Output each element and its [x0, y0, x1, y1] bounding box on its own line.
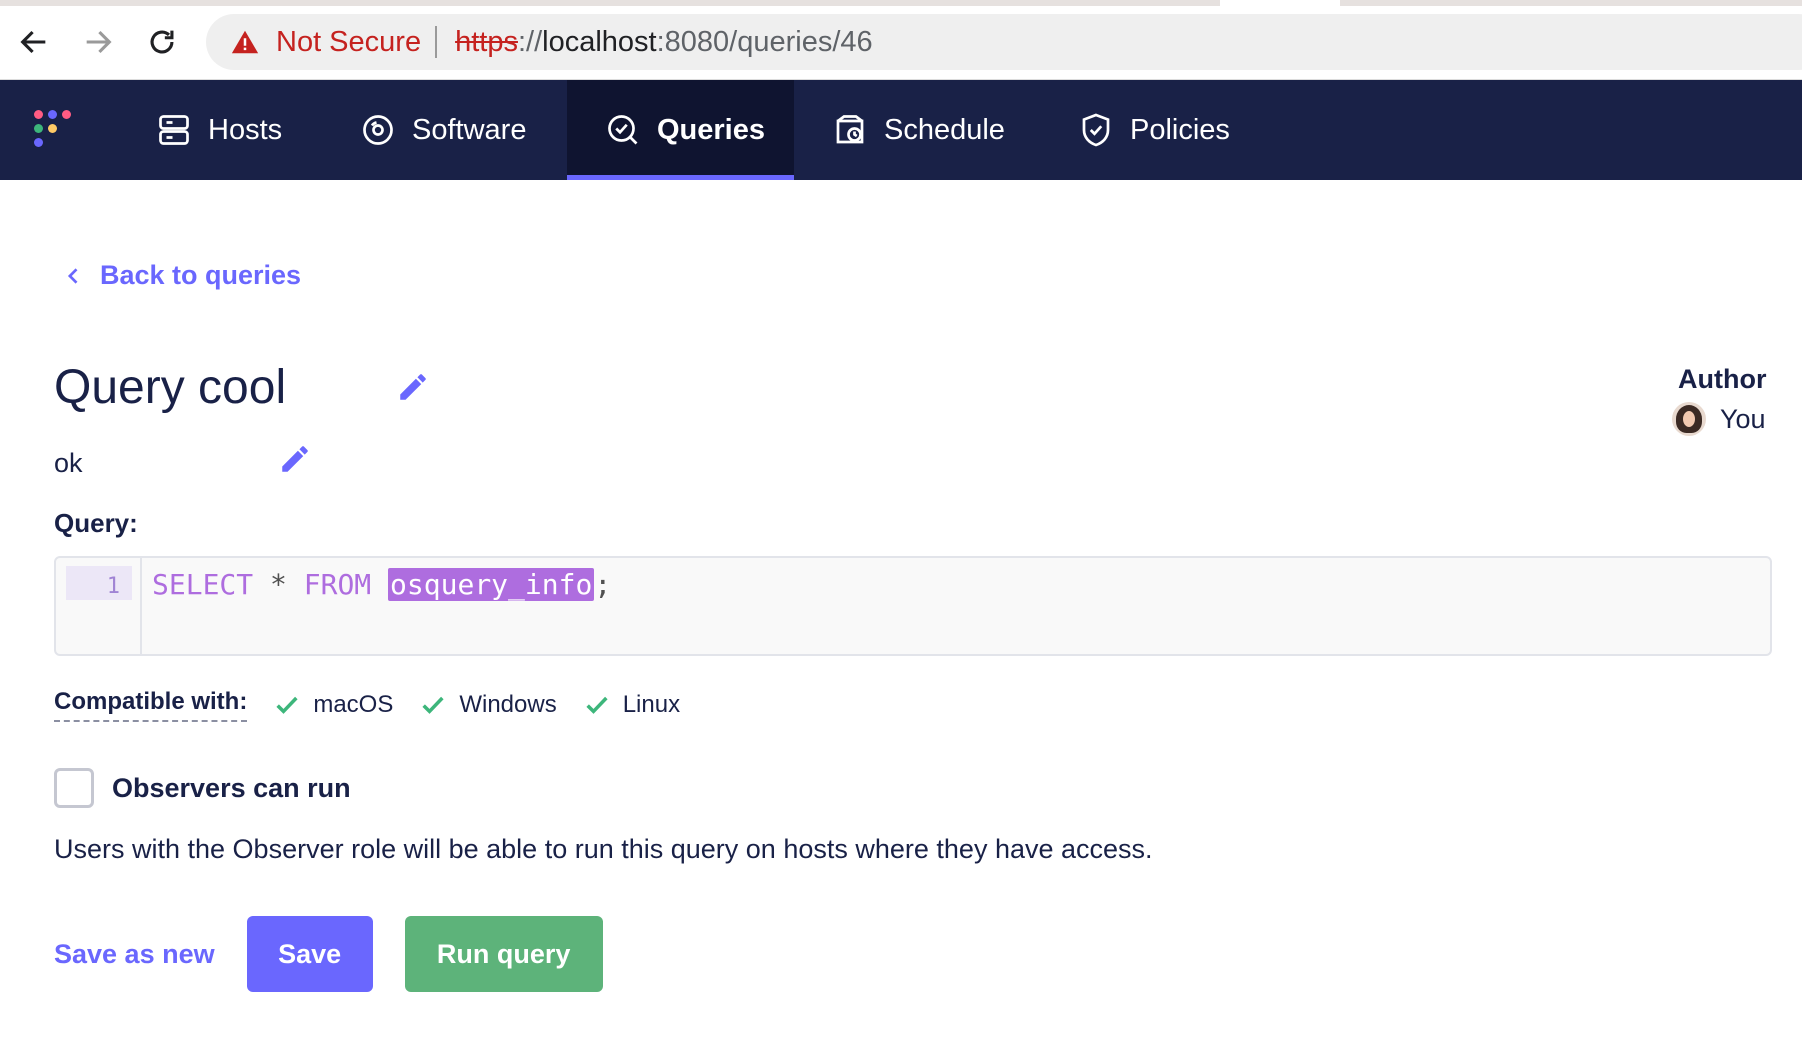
- browser-toolbar: Not Secure https :// localhost :8080/que…: [0, 0, 1802, 80]
- observers-help-text: Users with the Observer role will be abl…: [54, 834, 1153, 864]
- nav-item-label: Software: [412, 113, 527, 146]
- compatible-with-label[interactable]: Compatible with:: [54, 688, 248, 722]
- nav-item-label: Queries: [657, 113, 765, 146]
- platform-label: Windows: [459, 691, 557, 718]
- query-label: Query:: [54, 508, 138, 538]
- chevron-left-icon: [67, 267, 78, 284]
- editor-gutter: 1: [56, 558, 142, 654]
- nav-item-software[interactable]: Software: [360, 80, 526, 180]
- nav-item-label: Schedule: [884, 113, 1005, 146]
- author-name: You: [1720, 403, 1766, 434]
- security-label: Not Secure: [276, 25, 422, 58]
- platform-windows: Windows: [419, 691, 557, 719]
- check-icon: [586, 696, 608, 714]
- warning-icon: [231, 30, 259, 54]
- observers-can-run-option[interactable]: Observers can run: [54, 768, 351, 808]
- url-host: localhost: [542, 25, 657, 58]
- platform-label: Linux: [622, 691, 681, 718]
- query-description: ok: [54, 448, 83, 478]
- compatibility-row: Compatible with: macOS Windows Linux: [54, 688, 706, 722]
- line-number: 1: [66, 566, 132, 600]
- back-link-label: Back to queries: [100, 260, 302, 290]
- action-buttons: Save as new Save Run query: [54, 916, 635, 992]
- fleet-logo-icon[interactable]: [34, 110, 76, 152]
- nav-item-queries[interactable]: Queries: [567, 80, 794, 180]
- observers-can-run-checkbox[interactable]: [54, 768, 94, 808]
- nav-item-policies[interactable]: Policies: [1078, 80, 1230, 180]
- check-icon: [276, 696, 298, 714]
- author-label: Author: [1678, 364, 1767, 394]
- observers-can-run-label[interactable]: Observers can run: [112, 773, 351, 804]
- url-separator: ://: [517, 25, 543, 58]
- check-icon: [422, 696, 444, 714]
- platform-macos: macOS: [273, 691, 393, 719]
- address-bar[interactable]: Not Secure https :// localhost :8080/que…: [206, 14, 1802, 70]
- software-icon: [363, 115, 393, 145]
- url-scheme: https: [455, 25, 518, 58]
- author-info: You: [1672, 402, 1766, 436]
- forward-arrow-icon[interactable]: [76, 20, 120, 64]
- sql-editor[interactable]: 1 SELECT * FROM osquery_info;: [54, 556, 1772, 656]
- top-navigation: Hosts Software Queries Schedule Policies: [0, 80, 1802, 180]
- back-to-queries-link[interactable]: Back to queries: [64, 260, 301, 291]
- query-title: Query cool: [54, 361, 287, 414]
- edit-description-pencil-icon[interactable]: [278, 442, 312, 476]
- platform-linux: Linux: [583, 691, 680, 719]
- hosts-icon: [159, 115, 189, 145]
- sql-keyword-from: FROM: [303, 568, 372, 601]
- run-query-button[interactable]: Run query: [404, 916, 603, 992]
- tab-strip: [0, 0, 1802, 6]
- nav-item-schedule[interactable]: Schedule: [832, 80, 1005, 180]
- save-as-new-button[interactable]: Save as new: [54, 939, 215, 970]
- sql-code-line[interactable]: SELECT * FROM osquery_info;: [152, 566, 611, 604]
- avatar: [1672, 402, 1706, 436]
- nav-item-label: Policies: [1130, 113, 1230, 146]
- sql-star: *: [253, 568, 304, 601]
- nav-item-hosts[interactable]: Hosts: [156, 80, 282, 180]
- nav-item-label: Hosts: [208, 113, 283, 146]
- url-path: :8080/queries/46: [656, 25, 873, 58]
- sql-keyword-select: SELECT: [152, 568, 254, 601]
- save-button[interactable]: Save: [246, 916, 373, 992]
- policies-icon: [1082, 113, 1110, 147]
- edit-title-pencil-icon[interactable]: [396, 370, 430, 404]
- platform-label: macOS: [313, 691, 394, 718]
- sql-table-name: osquery_info: [388, 568, 595, 601]
- schedule-icon: [836, 115, 864, 144]
- queries-icon: [608, 115, 638, 145]
- sql-terminator: ;: [594, 568, 612, 601]
- back-arrow-icon[interactable]: [12, 20, 56, 64]
- omnibox-divider: [435, 26, 438, 58]
- reload-icon[interactable]: [140, 20, 184, 64]
